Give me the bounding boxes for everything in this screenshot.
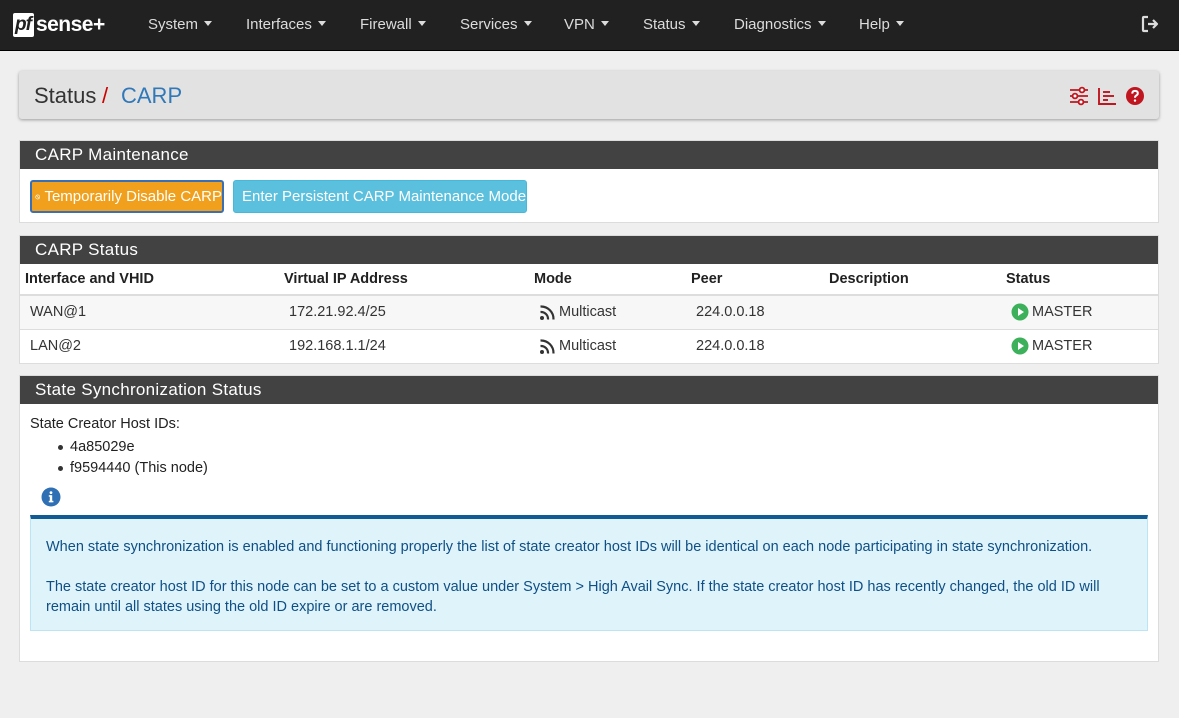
panel-title: CARP Status [20,236,1158,264]
disable-carp-button[interactable]: Temporarily Disable CARP [30,180,224,213]
breadcrumb-separator: / [102,83,109,108]
mode-cell: Multicast [534,295,691,330]
nav-label: Diagnostics [734,16,812,33]
nav-services[interactable]: Services [460,15,532,35]
logout-icon[interactable] [1140,14,1160,34]
host-id-list: 4a85029e f9594440 (This node) [58,437,208,479]
caret-down-icon [691,21,700,26]
status-label: MASTER [1032,338,1093,354]
carp-status-table: Interface and VHID Virtual IP Address Mo… [20,264,1158,364]
info-paragraph: The state creator host ID for this node … [46,579,1100,615]
table-row: LAN@2 192.168.1.1/24 Multicast 224.0.0.1… [20,329,1158,364]
nav-label: VPN [564,16,595,33]
nav-firewall[interactable]: Firewall [360,15,426,35]
panel-title: State Synchronization Status [20,376,1158,404]
nav-status[interactable]: Status [643,15,700,35]
state-sync-panel: State Synchronization Status State Creat… [19,375,1159,662]
mode-cell: Multicast [534,329,691,364]
interface-cell: LAN@2 [20,329,284,364]
nav-system[interactable]: System [148,15,213,35]
column-header: Status [1006,264,1158,296]
nav-interfaces[interactable]: Interfaces [246,15,326,35]
host-ids-label: State Creator Host IDs: [30,416,180,432]
column-header: Peer [691,264,829,296]
nav-label: Help [859,16,890,33]
nav-help[interactable]: Help [859,15,904,35]
breadcrumb: Status / CARP [19,71,1159,119]
column-header: Interface and VHID [20,264,284,296]
page-title[interactable]: CARP [121,83,182,109]
nav-label: Status [643,16,686,33]
caret-down-icon [523,21,532,26]
list-item: 4a85029e [58,437,208,458]
status-cell: MASTER [1006,295,1158,330]
nav-label: Services [460,16,518,33]
caret-down-icon [204,21,213,26]
info-paragraph: When state synchronization is enabled an… [46,539,1093,555]
nav-vpn[interactable]: VPN [564,15,609,35]
caret-down-icon [817,21,826,26]
list-item: f9594440 (This node) [58,458,208,479]
play-circle-icon [1011,337,1029,355]
chart-icon[interactable] [1097,86,1117,106]
mode-label: Multicast [559,338,617,354]
button-label: Temporarily Disable CARP [44,188,222,205]
nav-label: System [148,16,199,33]
play-circle-icon [1011,303,1029,321]
breadcrumb-section[interactable]: Status [34,83,96,109]
rss-icon [540,305,555,320]
peer-cell: 224.0.0.18 [691,295,829,330]
carp-status-panel: CARP Status Interface and VHID Virtual I… [19,235,1159,364]
sliders-icon[interactable] [1069,86,1089,106]
peer-cell: 224.0.0.18 [691,329,829,364]
brand-name: sense+ [35,13,105,36]
caret-down-icon [317,21,326,26]
button-label: Enter Persistent CARP Maintenance Mode [242,188,527,205]
help-icon[interactable] [1125,86,1145,106]
table-row: WAN@1 172.21.92.4/25 Multicast 224.0.0.1… [20,295,1158,330]
vip-cell: 192.168.1.1/24 [284,329,534,364]
pfsense-logo[interactable]: pf sense+ [13,12,105,38]
nav-label: Firewall [360,16,412,33]
interface-cell: WAN@1 [20,295,284,330]
brand-pf: pf [13,13,34,37]
rss-icon [540,338,555,354]
column-header: Virtual IP Address [284,264,534,296]
caret-down-icon [895,21,904,26]
ban-icon [35,194,41,199]
info-alert: When state synchronization is enabled an… [30,515,1148,631]
caret-down-icon [600,21,609,26]
nav-label: Interfaces [246,16,312,33]
table-header-row: Interface and VHID Virtual IP Address Mo… [20,264,1158,296]
persistent-maintenance-button[interactable]: Enter Persistent CARP Maintenance Mode [233,180,527,213]
info-icon[interactable] [41,487,61,507]
mode-label: Multicast [559,304,617,321]
nav-diagnostics[interactable]: Diagnostics [734,15,826,35]
panel-title: CARP Maintenance [20,141,1158,169]
status-cell: MASTER [1006,329,1158,364]
column-header: Mode [534,264,691,296]
caret-down-icon [417,21,426,26]
column-header: Description [829,264,1006,296]
vip-cell: 172.21.92.4/25 [284,295,534,330]
top-navbar: pf sense+ System Interfaces Firewall Ser… [0,0,1179,51]
status-label: MASTER [1032,304,1093,321]
description-cell [829,295,1006,330]
carp-maintenance-panel: CARP Maintenance Temporarily Disable CAR… [19,140,1159,223]
description-cell [829,329,1006,364]
